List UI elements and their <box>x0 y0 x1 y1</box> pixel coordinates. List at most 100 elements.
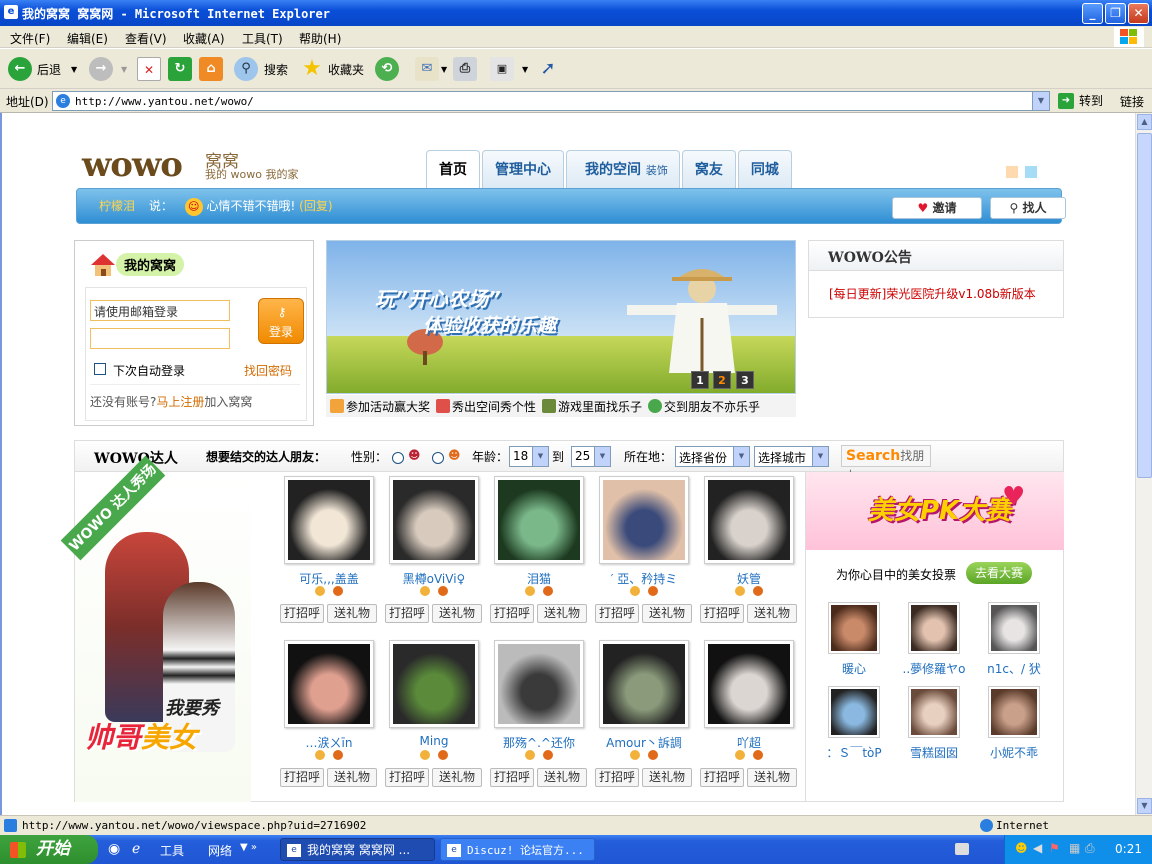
messenger-button[interactable]: ➚ <box>536 55 560 83</box>
home-button[interactable]: ⌂ <box>199 55 223 83</box>
stop-button[interactable]: ✕ <box>137 55 161 83</box>
remember-checkbox[interactable] <box>94 363 106 375</box>
daren-name[interactable]: ′ 亞、矜持ミ <box>595 570 693 587</box>
qq-icon[interactable]: ☻ <box>1015 841 1028 855</box>
scroll-down-icon[interactable]: ▼ <box>1137 798 1152 814</box>
tab-admin[interactable]: 管理中心 <box>482 150 564 189</box>
chevron-down-icon[interactable]: ▼ <box>71 65 77 74</box>
show-stage-promo[interactable]: WOWO 达人秀场 我要秀 帅哥美女 <box>60 455 251 802</box>
tools-toolbar[interactable]: 工具 <box>160 842 184 859</box>
address-input[interactable]: e http://www.yantou.net/wowo/ ▼ <box>52 91 1050 111</box>
daren-name[interactable]: …涙ㄨīn <box>280 734 378 751</box>
view-contest-button[interactable]: 去看大赛 <box>966 562 1032 584</box>
pk-name[interactable]: ..夢修羅ヤo <box>896 660 972 677</box>
invite-button[interactable]: ♥ 邀请 <box>892 197 982 219</box>
notice-item-link[interactable]: [每日更新]荣光医院升级v1.08b新版本 <box>829 285 1036 302</box>
chevron-down-icon[interactable]: ▼ <box>441 65 447 74</box>
menu-tools[interactable]: 工具(T) <box>242 30 283 47</box>
address-url[interactable]: http://www.yantou.net/wowo/ <box>75 95 254 108</box>
printer-icon[interactable]: ⎙ <box>1085 841 1095 856</box>
greet-button[interactable]: 打招呼 <box>490 604 534 623</box>
gift-button[interactable]: 送礼物 <box>747 604 797 623</box>
age-to-select[interactable]: 25 ▼ <box>571 446 611 467</box>
task-discuz[interactable]: e Discuz! 论坛官方... <box>440 838 595 861</box>
gift-button[interactable]: 送礼物 <box>432 604 482 623</box>
find-people-button[interactable]: ⚲ 找人 <box>990 197 1066 219</box>
greet-button[interactable]: 打招呼 <box>490 768 534 787</box>
gender-female-radio[interactable] <box>432 452 444 464</box>
greet-button[interactable]: 打招呼 <box>385 768 429 787</box>
start-button[interactable]: 开始 <box>0 835 98 864</box>
scroll-thumb[interactable] <box>1137 133 1152 478</box>
menu-help[interactable]: 帮助(H) <box>299 30 341 47</box>
daren-name[interactable]: 吖超 <box>700 734 798 751</box>
site-logo[interactable]: wowo 窝窝 我的 wowo 我的家 <box>82 141 312 186</box>
theme-swatch-blue[interactable] <box>1025 166 1037 178</box>
daren-photo[interactable] <box>599 640 689 728</box>
province-select[interactable]: 选择省份 ▼ <box>675 446 750 467</box>
print-button[interactable]: ⎙ <box>453 55 477 83</box>
scroll-up-icon[interactable]: ▲ <box>1137 114 1152 130</box>
maximize-button[interactable]: ❐ <box>1105 3 1126 24</box>
pk-photo[interactable] <box>988 686 1040 738</box>
pk-photo[interactable] <box>828 602 880 654</box>
gift-button[interactable]: 送礼物 <box>747 768 797 787</box>
forgot-password-link[interactable]: 找回密码 <box>244 362 292 379</box>
menu-file[interactable]: 文件(F) <box>10 30 50 47</box>
tab-home[interactable]: 首页 <box>426 150 480 189</box>
gift-button[interactable]: 送礼物 <box>537 604 587 623</box>
pk-photo[interactable] <box>988 602 1040 654</box>
city-select[interactable]: 选择城市 ▼ <box>754 446 829 467</box>
daren-photo[interactable] <box>389 640 479 728</box>
network-icon[interactable]: ▦ <box>1069 841 1080 855</box>
promo-banner[interactable]: 玩”开心农场” 体验收获的乐趣 1 2 3 <box>326 240 796 394</box>
history-button[interactable]: ⟲ <box>375 55 399 83</box>
favorites-button[interactable]: ★ 收藏夹 <box>300 55 364 83</box>
daren-name[interactable]: 可乐,,,盖盖 <box>280 570 378 587</box>
task-wowo[interactable]: e 我的窝窝 窝窝网 ... <box>280 838 435 861</box>
greet-button[interactable]: 打招呼 <box>385 604 429 623</box>
daren-photo[interactable] <box>704 640 794 728</box>
status-user-name[interactable]: 柠檬泪 <box>99 199 135 213</box>
pk-name[interactable]: ：Ｓ￣tòP <box>816 744 892 761</box>
greet-button[interactable]: 打招呼 <box>280 768 324 787</box>
gift-button[interactable]: 送礼物 <box>432 768 482 787</box>
search-friends-button[interactable]: Search找朋友 <box>841 445 931 483</box>
minimize-button[interactable]: _ <box>1082 3 1103 24</box>
chevron-down-icon[interactable]: ▼ <box>1032 92 1049 110</box>
menu-favorites[interactable]: 收藏(A) <box>183 30 225 47</box>
ie-quicklaunch-icon[interactable]: ℯ <box>132 841 140 857</box>
pk-name[interactable]: 雪糕囡囡 <box>896 744 972 761</box>
link-games[interactable]: 游戏里面找乐子 <box>542 398 642 415</box>
volume-icon[interactable]: ◀ <box>1033 841 1042 855</box>
daren-name[interactable]: Amour丶訴調 <box>595 734 693 751</box>
close-button[interactable]: ✕ <box>1128 3 1149 24</box>
greet-button[interactable]: 打招呼 <box>700 604 744 623</box>
greet-button[interactable]: 打招呼 <box>595 604 639 623</box>
network-toolbar[interactable]: 网络 <box>208 842 232 859</box>
chevron-down-icon[interactable]: ▼ » <box>240 842 257 853</box>
keyboard-icon[interactable] <box>955 843 969 855</box>
daren-name[interactable]: 妖管 <box>700 570 798 587</box>
pk-name[interactable]: 暖心 <box>816 660 892 677</box>
tab-my-space[interactable]: 我的空间 装饰 <box>566 150 680 189</box>
daren-photo[interactable] <box>599 476 689 564</box>
menu-view[interactable]: 查看(V) <box>125 30 167 47</box>
chevron-down-icon[interactable]: ▼ <box>522 65 528 74</box>
link-space[interactable]: 秀出空间秀个性 <box>436 398 536 415</box>
daren-photo[interactable] <box>389 476 479 564</box>
pk-name[interactable]: n1c、/ 犾 <box>976 660 1052 677</box>
tab-same-city[interactable]: 同城 <box>737 150 792 189</box>
greet-button[interactable]: 打招呼 <box>280 604 324 623</box>
pk-photo[interactable] <box>828 686 880 738</box>
banner-page-3[interactable]: 3 <box>736 371 754 389</box>
daren-name[interactable]: 泪猫 <box>490 570 588 587</box>
gift-button[interactable]: 送礼物 <box>537 768 587 787</box>
banner-page-2[interactable]: 2 <box>713 371 731 389</box>
password-field[interactable] <box>90 328 230 349</box>
gift-button[interactable]: 送礼物 <box>642 604 692 623</box>
daren-photo[interactable] <box>494 640 584 728</box>
daren-name[interactable]: 那殇^.^还你 <box>490 734 588 751</box>
menu-edit[interactable]: 编辑(E) <box>67 30 108 47</box>
pk-photo[interactable] <box>908 602 960 654</box>
